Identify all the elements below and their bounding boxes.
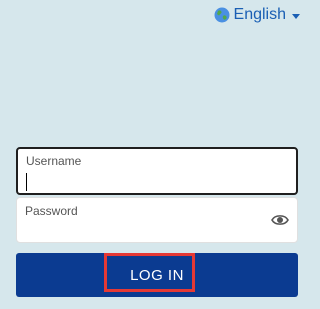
username-label: Username bbox=[26, 154, 82, 168]
login-button[interactable]: LOG IN bbox=[16, 253, 298, 297]
password-field[interactable]: Password bbox=[16, 197, 298, 243]
eye-icon[interactable] bbox=[271, 213, 289, 225]
password-label: Password bbox=[25, 204, 78, 218]
chevron-down-icon[interactable] bbox=[292, 13, 300, 19]
text-cursor bbox=[26, 173, 27, 191]
language-label[interactable]: English bbox=[234, 6, 286, 24]
globe-icon bbox=[214, 7, 230, 23]
login-button-label: LOG IN bbox=[130, 266, 184, 284]
username-field[interactable]: Username bbox=[16, 147, 298, 195]
language-selector[interactable]: English bbox=[214, 6, 300, 24]
